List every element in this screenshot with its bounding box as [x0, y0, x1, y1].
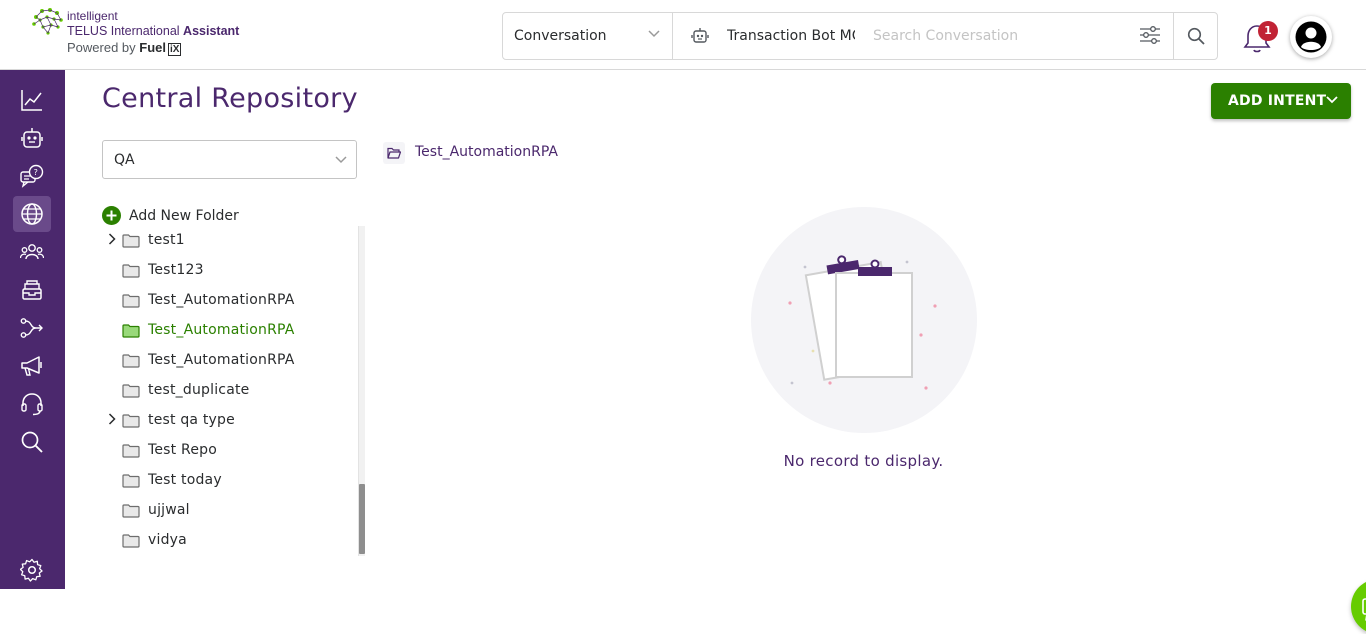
flow-branch-icon	[20, 318, 43, 338]
megaphone-icon	[21, 356, 42, 376]
global-search-bar: Conversation Transaction Bot MC	[502, 12, 1218, 60]
brand-line1: intelligent	[67, 9, 118, 23]
nav-users[interactable]	[13, 234, 51, 270]
folder-tree-item[interactable]: Test today	[102, 466, 352, 496]
user-avatar[interactable]	[1290, 16, 1332, 58]
chevron-down-icon	[648, 30, 660, 38]
brain-network-icon	[32, 8, 63, 35]
search-icon	[1187, 27, 1205, 45]
analytics-chart-icon	[21, 90, 42, 111]
nav-flows[interactable]	[13, 310, 51, 346]
folder-name: test_duplicate	[148, 382, 250, 398]
help-chat-icon: ?	[1362, 598, 1366, 621]
nav-agent-support[interactable]	[13, 386, 51, 422]
bot-icon	[691, 28, 709, 43]
folder-name: Test_AutomationRPA	[148, 322, 295, 338]
folder-icon	[122, 414, 140, 428]
folder-name: Test123	[148, 262, 204, 278]
repository-select-value: QA	[114, 152, 135, 168]
svg-text:?: ?	[34, 168, 38, 177]
add-intent-button[interactable]: ADD INTENT	[1211, 83, 1351, 119]
folder-icon	[122, 234, 140, 248]
brand-line3: Powered by Fuel iX	[67, 40, 182, 56]
folder-icon	[122, 534, 140, 548]
nav-settings[interactable]	[13, 552, 51, 588]
add-new-folder-label: Add New Folder	[129, 208, 239, 224]
folder-tree-scrollbar-thumb[interactable]	[359, 484, 365, 554]
folder-icon	[122, 474, 140, 488]
folder-tree-item[interactable]: Test_AutomationRPA	[102, 346, 352, 376]
brand-line2: TELUS International Assistant	[67, 24, 240, 38]
inbox-archive-icon	[22, 280, 42, 300]
folder-name: test1	[148, 232, 185, 248]
folder-name: Test Repo	[148, 442, 217, 458]
folder-name: vidya	[148, 532, 187, 548]
folder-icon	[122, 354, 140, 368]
users-icon	[20, 244, 44, 260]
folder-tree-item[interactable]: Test Repo	[102, 436, 352, 466]
folder-icon	[122, 384, 140, 398]
chevron-right-icon[interactable]	[108, 233, 116, 245]
nav-search[interactable]	[13, 424, 51, 460]
nav-faq[interactable]: ?	[13, 158, 51, 194]
selected-bot-name[interactable]: Transaction Bot MC	[727, 28, 855, 44]
notification-count-badge: 1	[1258, 21, 1278, 41]
top-header: intelligent TELUS International Assistan…	[0, 0, 1366, 70]
empty-state-message: No record to display.	[783, 452, 944, 470]
empty-clipboard-icon	[788, 255, 937, 390]
folder-icon	[122, 324, 140, 338]
folder-icon	[122, 504, 140, 518]
user-profile-icon	[1295, 21, 1327, 53]
add-intent-label: ADD INTENT	[1228, 93, 1327, 109]
chevron-right-icon[interactable]	[108, 413, 116, 425]
page-title: Central Repository	[102, 83, 358, 114]
folder-icon	[122, 444, 140, 458]
headset-icon	[21, 393, 43, 416]
folder-name: Test_AutomationRPA	[148, 352, 295, 368]
help-chat-button[interactable]: ?	[1351, 579, 1366, 634]
search-scope-value: Conversation	[514, 28, 607, 44]
main-content: Central Repository ADD INTENT QA Add New…	[65, 70, 1366, 634]
faq-chat-icon: ?	[20, 164, 44, 188]
plus-circle-icon	[102, 206, 121, 225]
nav-bots[interactable]	[13, 120, 51, 156]
nav-central-repository[interactable]	[13, 196, 51, 232]
nav-analytics[interactable]	[13, 82, 51, 118]
nav-archive[interactable]	[13, 272, 51, 308]
folder-tree-item[interactable]: Test_AutomationRPA	[102, 286, 352, 316]
folder-tree: test1 Test123 Test_AutomationRPA Test_Autom…	[102, 226, 364, 556]
empty-state-illustration	[751, 207, 977, 433]
folder-icon	[122, 294, 140, 308]
chevron-down-icon	[335, 156, 347, 164]
repository-select[interactable]: QA	[102, 140, 357, 179]
folder-name: ujjwal	[148, 502, 190, 518]
search-icon	[21, 431, 43, 453]
folder-tree-item[interactable]: test_duplicate	[102, 376, 352, 406]
chevron-down-icon	[1326, 96, 1338, 104]
folder-name: test qa type	[148, 412, 235, 428]
folder-tree-item[interactable]: test1	[102, 226, 352, 256]
globe-icon	[21, 203, 43, 225]
left-navigation-sidebar: ?	[0, 70, 65, 589]
search-button[interactable]	[1173, 13, 1218, 59]
search-conversation-input[interactable]	[873, 21, 1123, 51]
folder-open-icon	[383, 142, 405, 164]
settings-gear-icon	[20, 558, 43, 582]
brand-logo[interactable]: intelligent TELUS International Assistan…	[30, 7, 245, 59]
folder-icon	[122, 264, 140, 278]
bot-icon	[21, 128, 43, 148]
folder-name: Test today	[148, 472, 222, 488]
filter-sliders-icon[interactable]	[1139, 25, 1161, 45]
nav-campaigns[interactable]	[13, 348, 51, 384]
folder-tree-item[interactable]: Test123	[102, 256, 352, 286]
folder-tree-item[interactable]: ujjwal	[102, 496, 352, 526]
folder-tree-item[interactable]: test qa type	[102, 406, 352, 436]
folder-name: Test_AutomationRPA	[148, 292, 295, 308]
folder-tree-item[interactable]: vidya	[102, 526, 352, 556]
breadcrumb-current-folder[interactable]: Test_AutomationRPA	[415, 144, 558, 160]
folder-tree-item[interactable]: Test_AutomationRPA	[102, 316, 352, 346]
search-scope-select[interactable]: Conversation	[503, 13, 673, 59]
